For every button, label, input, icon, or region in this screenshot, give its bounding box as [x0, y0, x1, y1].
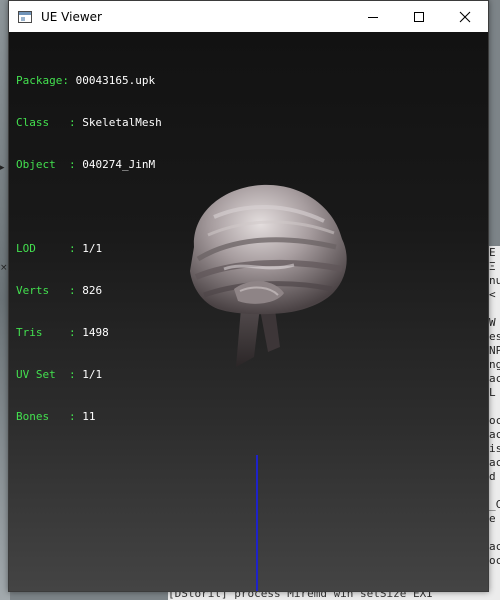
console-line: _C — [489, 498, 500, 511]
window-title: UE Viewer — [41, 9, 102, 24]
maximize-button[interactable] — [396, 1, 442, 32]
turban-mesh-render — [190, 184, 347, 367]
minimize-icon — [368, 16, 378, 18]
3d-viewport[interactable]: Package: 00043165.upk Class : SkeletalMe… — [9, 32, 488, 591]
console-line: is — [489, 442, 500, 455]
class-label: Class — [16, 116, 50, 129]
background-console-window: EΞnu< WesNPngacL ocacisacd _Ce acoc — [488, 246, 500, 600]
maximize-icon — [414, 11, 424, 22]
console-line: nu — [489, 274, 500, 287]
console-line: ac — [489, 456, 500, 469]
bones-value: 11 — [82, 410, 96, 423]
console-line: ac — [489, 540, 500, 553]
verts-label: Verts — [16, 284, 50, 297]
console-line: ac — [489, 372, 500, 385]
package-value: 00043165.upk — [75, 74, 156, 87]
lod-label: LOD — [16, 242, 36, 255]
console-line: ac — [489, 428, 500, 441]
close-icon — [459, 11, 471, 22]
console-line: d — [489, 470, 496, 483]
console-line: < — [489, 288, 496, 301]
console-line: Ξ — [489, 260, 496, 273]
console-line: oc — [489, 414, 500, 427]
console-line: oc — [489, 554, 500, 567]
minimize-button[interactable] — [350, 1, 396, 32]
tris-value: 1498 — [82, 326, 109, 339]
close-button[interactable] — [442, 1, 488, 32]
console-line: L — [489, 386, 496, 399]
object-value: 040274_JinM — [82, 158, 156, 171]
verts-value: 826 — [82, 284, 103, 297]
edge-marker: ▸ — [0, 163, 5, 173]
console-line: ng — [489, 358, 500, 371]
object-label: Object — [16, 158, 56, 171]
console-line: e — [489, 512, 496, 525]
bones-label: Bones — [16, 410, 50, 423]
lod-value: 1/1 — [82, 242, 103, 255]
edge-marker: × — [0, 263, 8, 273]
title-bar[interactable]: UE Viewer — [9, 1, 488, 32]
console-line: NP — [489, 344, 500, 357]
package-label: Package — [16, 74, 63, 87]
app-window-icon — [18, 10, 32, 23]
console-line: E — [489, 246, 496, 259]
tris-label: Tris — [16, 326, 43, 339]
mesh-info-overlay: Package: 00043165.upk Class : SkeletalMe… — [16, 74, 162, 423]
uvset-value: 1/1 — [82, 368, 103, 381]
console-line: es — [489, 330, 500, 343]
ue-viewer-window: UE Viewer Package: 00043165.upk Class : … — [8, 0, 489, 592]
uvset-label: UV Set — [16, 368, 56, 381]
class-value: SkeletalMesh — [82, 116, 162, 129]
console-line: W — [489, 316, 496, 329]
vertical-axis-line — [256, 455, 258, 591]
